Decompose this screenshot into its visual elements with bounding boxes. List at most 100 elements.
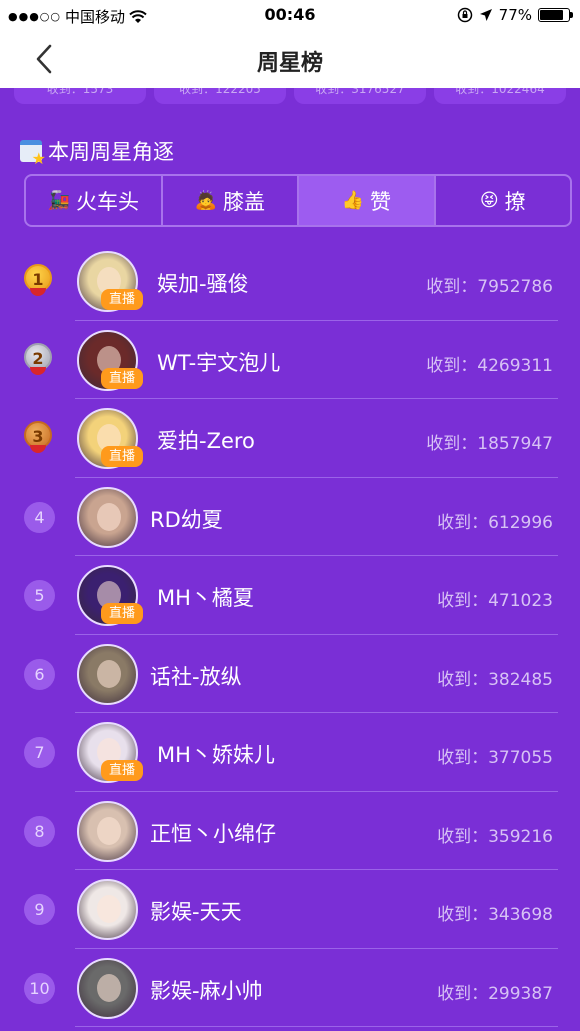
top-card[interactable]: 收到：1573 (14, 88, 146, 104)
battery-icon (538, 8, 573, 22)
received-count: 收到：343698 (437, 900, 553, 925)
live-badge: 直播 (101, 367, 143, 389)
top-card[interactable]: 收到：1022464 (434, 88, 566, 104)
received-label: 收到： (437, 905, 489, 925)
received-count: 收到：1857947 (426, 429, 553, 454)
live-badge: 直播 (101, 289, 143, 310)
avatar[interactable] (77, 879, 138, 940)
received-value: 359216 (488, 826, 553, 847)
received-value: 612996 (488, 512, 553, 533)
avatar[interactable] (77, 957, 138, 1019)
nav-bar: 周星榜 (0, 30, 580, 88)
section-title: 本周周星角逐 (48, 140, 174, 164)
rank-number: 10 (24, 972, 55, 1004)
received-count: 收到：299387 (437, 979, 553, 1004)
received-value: 1857947 (477, 434, 553, 454)
top-card[interactable]: 收到：122205 (154, 88, 286, 104)
rank-number: 5 (24, 580, 55, 611)
tab-like[interactable]: 👍 赞 (299, 176, 436, 225)
tease-icon: 😝 (479, 190, 499, 211)
status-bar: ●●●○○ 中国移动 00:46 77% (0, 0, 580, 30)
avatar[interactable] (77, 643, 138, 705)
received-value: 377055 (488, 748, 553, 768)
avatar[interactable] (77, 800, 138, 862)
silver-medal-icon: 2 (24, 342, 52, 379)
page-title: 周星榜 (256, 51, 323, 76)
battery-percent: 77% (498, 6, 532, 24)
received-label: 收到： (437, 591, 489, 611)
received-label: 收到： (426, 277, 478, 297)
tab-train[interactable]: 🚂 火车头 (26, 176, 163, 225)
received-label: 收到： (437, 512, 489, 533)
gold-medal-icon: 1 (24, 264, 52, 300)
rotation-lock-icon (457, 7, 472, 23)
user-name: 影娱-天天 (150, 900, 242, 924)
received-label: 收到： (437, 669, 489, 690)
user-name: 影娱-麻小帅 (150, 978, 263, 1003)
live-badge: 直播 (101, 446, 143, 467)
row-divider (75, 1026, 558, 1027)
status-right: 77% (457, 6, 573, 24)
user-name: WT-宇文泡儿 (157, 350, 281, 375)
received-count: 收到：612996 (437, 508, 553, 533)
received-count: 收到：7952786 (426, 272, 553, 297)
received-value: 299387 (488, 983, 553, 1004)
rank-number: 8 (24, 815, 55, 847)
user-name: 正恒丶小绵仔 (150, 821, 276, 846)
received-label: 收到： (437, 826, 489, 847)
live-badge: 直播 (101, 760, 143, 781)
received-value: 382485 (488, 669, 553, 690)
rank-number: 9 (24, 894, 55, 925)
train-icon: 🚂 (47, 190, 70, 211)
tab-label: 火车头 (75, 189, 139, 214)
tab-knee[interactable]: 🙇 膝盖 (163, 176, 299, 225)
received-count: 收到：382485 (437, 665, 553, 690)
user-name: 娱加-骚俊 (157, 272, 249, 296)
location-arrow-icon (479, 9, 492, 21)
tab-label: 撩 (504, 189, 526, 214)
received-label: 收到： (437, 748, 489, 768)
top-cards-row: 收到：1573 收到：122205 收到：3176527 收到：1022464 (0, 88, 580, 110)
tab-tease[interactable]: 😝 撩 (436, 176, 571, 225)
received-count: 收到：471023 (437, 586, 553, 611)
calendar-star-icon: ★ (20, 140, 46, 168)
kneel-icon: 🙇 (194, 190, 217, 211)
ranking-row[interactable]: 9 影娱-天天 收到：343698 (0, 870, 580, 949)
ranking-row[interactable]: 8 正恒丶小绵仔 收到：359216 (0, 792, 580, 870)
rank-number: 4 (24, 501, 55, 533)
received-count: 收到：377055 (437, 743, 553, 768)
received-value: 7952786 (477, 277, 553, 297)
ranking-row[interactable]: 5 直播 MH丶橘夏 收到：471023 (0, 556, 580, 635)
top-card[interactable]: 收到：3176527 (294, 88, 426, 104)
ranking-row[interactable]: 10 影娱-麻小帅 收到：299387 (0, 949, 580, 1027)
ranking-row[interactable]: 3 直播 爱拍-Zero 收到：1857947 (0, 399, 580, 478)
rank-number: 7 (24, 737, 55, 768)
user-name: 爱拍-Zero (157, 429, 255, 453)
received-count: 收到：4269311 (426, 351, 553, 376)
received-value: 4269311 (477, 355, 553, 376)
avatar[interactable] (77, 486, 138, 548)
ranking-row[interactable]: 6 话社-放纵 收到：382485 (0, 635, 580, 713)
received-label: 收到： (437, 983, 489, 1004)
received-value: 471023 (488, 591, 553, 611)
user-name: 话社-放纵 (150, 664, 242, 689)
received-label: 收到： (426, 355, 478, 376)
received-value: 343698 (488, 905, 553, 925)
category-tabs: 🚂 火车头 🙇 膝盖 👍 赞 😝 撩 (24, 174, 572, 227)
user-name: MH丶橘夏 (157, 586, 254, 610)
ranking-list: 1 直播 娱加-骚俊 收到：7952786 2 直播 WT-宇文泡儿 收到：4269311 3 直… (0, 242, 580, 1027)
received-label: 收到： (426, 434, 478, 454)
user-name: MH丶娇妹儿 (157, 743, 275, 767)
received-count: 收到：359216 (437, 822, 553, 847)
live-badge: 直播 (101, 603, 143, 624)
ranking-row[interactable]: 1 直播 娱加-骚俊 收到：7952786 (0, 242, 580, 321)
ranking-row[interactable]: 2 直播 WT-宇文泡儿 收到：4269311 (0, 321, 580, 399)
ranking-row[interactable]: 4 RD幼夏 收到：612996 (0, 478, 580, 556)
tab-label: 膝盖 (222, 189, 265, 214)
section-header: ★ 本周周星角逐 (20, 136, 174, 168)
bronze-medal-icon: 3 (24, 421, 52, 457)
rank-number: 6 (24, 658, 55, 690)
thumb-icon: 👍 (341, 190, 364, 211)
user-name: RD幼夏 (150, 507, 223, 532)
ranking-row[interactable]: 7 直播 MH丶娇妹儿 收到：377055 (0, 713, 580, 792)
